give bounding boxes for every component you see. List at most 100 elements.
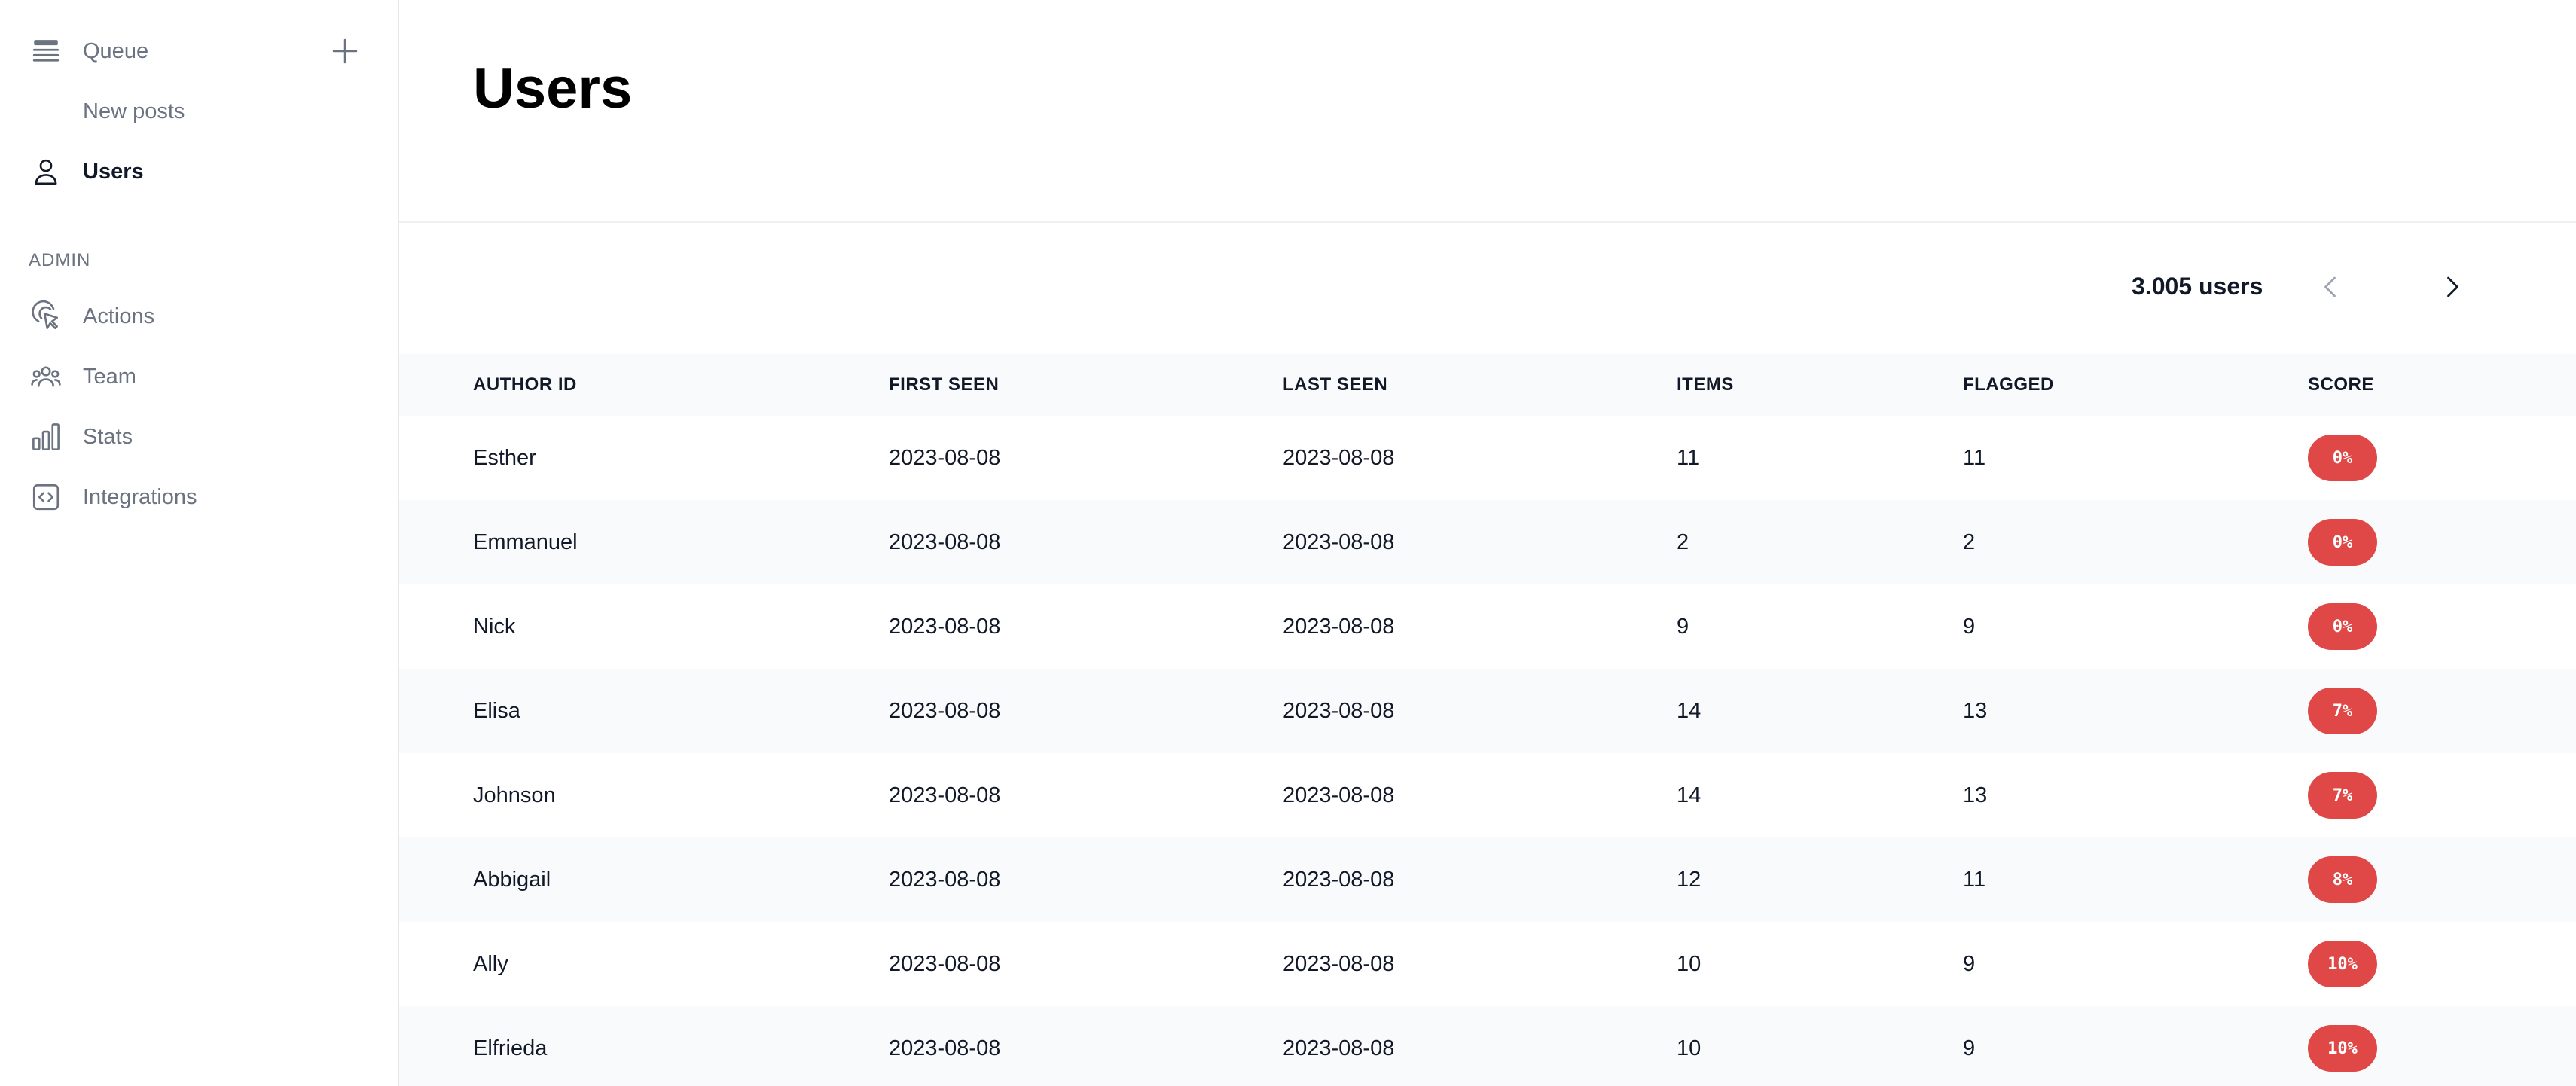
score-badge: 0% — [2308, 435, 2377, 481]
score-cell: 8% — [2308, 837, 2377, 922]
sidebar-item-label: Stats — [83, 424, 133, 449]
author-id-cell: Johnson — [473, 782, 556, 807]
table-row[interactable]: Johnson 2023-08-08 2023-08-08 14 13 7% — [399, 753, 2576, 837]
first-seen-cell: 2023-08-08 — [889, 445, 1001, 470]
add-queue-button[interactable] — [327, 33, 363, 69]
author-id-cell: Nick — [473, 614, 516, 639]
items-cell: 14 — [1677, 782, 1702, 807]
table-header: AUTHOR ID FIRST SEEN LAST SEEN ITEMS FLA… — [399, 354, 2576, 416]
table-row[interactable]: Ally 2023-08-08 2023-08-08 10 9 10% — [399, 922, 2576, 1006]
main-content: Users 3.005 users AUTHOR ID FIRST SEEN L… — [399, 0, 2576, 1086]
author-id-cell: Elfrieda — [473, 1036, 548, 1060]
next-page-button[interactable] — [2433, 268, 2471, 306]
flagged-cell: 13 — [1963, 698, 1988, 723]
first-seen-cell: 2023-08-08 — [889, 951, 1001, 976]
sidebar-item-label: Queue — [83, 38, 149, 63]
items-cell: 10 — [1677, 951, 1702, 976]
last-seen-cell: 2023-08-08 — [1283, 951, 1395, 976]
score-cell: 10% — [2308, 922, 2377, 1006]
first-seen-cell: 2023-08-08 — [889, 698, 1001, 723]
last-seen-cell: 2023-08-08 — [1283, 1036, 1395, 1060]
table-row[interactable]: Emmanuel 2023-08-08 2023-08-08 2 2 0% — [399, 500, 2576, 584]
last-seen-cell: 2023-08-08 — [1283, 698, 1395, 723]
sidebar-item-label: Users — [83, 159, 144, 184]
score-badge: 0% — [2308, 519, 2377, 566]
chevron-left-icon — [2318, 273, 2345, 300]
column-header-last-seen[interactable]: LAST SEEN — [1283, 354, 1387, 416]
header-divider — [399, 221, 2576, 223]
author-id-cell: Ally — [473, 951, 508, 976]
author-id-cell: Esther — [473, 445, 536, 470]
score-badge: 0% — [2308, 603, 2377, 650]
column-header-first-seen[interactable]: FIRST SEEN — [889, 354, 999, 416]
sidebar-item-integrations[interactable]: Integrations — [29, 474, 197, 520]
items-cell: 14 — [1677, 698, 1702, 723]
score-badge: 7% — [2308, 688, 2377, 734]
sidebar-item-stats[interactable]: Stats — [29, 414, 133, 459]
last-seen-cell: 2023-08-08 — [1283, 614, 1395, 639]
first-seen-cell: 2023-08-08 — [889, 614, 1001, 639]
cursor-click-icon — [29, 299, 63, 334]
sidebar-item-actions[interactable]: Actions — [29, 294, 154, 339]
column-header-flagged[interactable]: FLAGGED — [1963, 354, 2054, 416]
author-id-cell: Emmanuel — [473, 529, 578, 554]
items-cell: 2 — [1677, 529, 1689, 554]
column-header-items[interactable]: ITEMS — [1677, 354, 1734, 416]
score-badge: 7% — [2308, 772, 2377, 819]
flagged-cell: 11 — [1963, 445, 1986, 470]
table-row[interactable]: Abbigail 2023-08-08 2023-08-08 12 11 8% — [399, 837, 2576, 922]
chevron-right-icon — [2438, 273, 2465, 300]
flagged-cell: 2 — [1963, 529, 1976, 554]
sidebar: Queue New posts Users ADMIN Actions Team… — [0, 0, 399, 1086]
column-header-author-id[interactable]: AUTHOR ID — [473, 354, 577, 416]
sidebar-item-team[interactable]: Team — [29, 354, 136, 399]
score-badge: 8% — [2308, 856, 2377, 903]
queue-list-icon — [29, 34, 63, 69]
score-cell: 7% — [2308, 669, 2377, 753]
user-count: 3.005 users — [2132, 273, 2263, 300]
items-cell: 10 — [1677, 1036, 1702, 1060]
admin-section-label: ADMIN — [29, 250, 91, 270]
table-row[interactable]: Elfrieda 2023-08-08 2023-08-08 10 9 10% — [399, 1006, 2576, 1086]
score-badge: 10% — [2308, 1025, 2377, 1072]
items-cell: 11 — [1677, 445, 1700, 470]
last-seen-cell: 2023-08-08 — [1283, 445, 1395, 470]
items-cell: 12 — [1677, 867, 1702, 892]
score-cell: 0% — [2308, 500, 2377, 584]
items-cell: 9 — [1677, 614, 1689, 639]
table-row[interactable]: Elisa 2023-08-08 2023-08-08 14 13 7% — [399, 669, 2576, 753]
table-row[interactable]: Esther 2023-08-08 2023-08-08 11 11 0% — [399, 416, 2576, 500]
sidebar-item-label: Actions — [83, 304, 155, 328]
flagged-cell: 13 — [1963, 782, 1988, 807]
sidebar-item-label: Team — [83, 364, 136, 389]
first-seen-cell: 2023-08-08 — [889, 867, 1001, 892]
app-window: Queue New posts Users ADMIN Actions Team… — [0, 0, 2576, 1086]
user-icon — [29, 154, 63, 189]
score-badge: 10% — [2308, 941, 2377, 987]
last-seen-cell: 2023-08-08 — [1283, 782, 1395, 807]
plus-icon — [330, 36, 360, 66]
last-seen-cell: 2023-08-08 — [1283, 529, 1395, 554]
flagged-cell: 9 — [1963, 1036, 1976, 1060]
sidebar-item-users[interactable]: Users — [29, 149, 144, 194]
table-row[interactable]: Nick 2023-08-08 2023-08-08 9 9 0% — [399, 584, 2576, 669]
author-id-cell: Elisa — [473, 698, 520, 723]
flagged-cell: 9 — [1963, 951, 1976, 976]
previous-page-button[interactable] — [2312, 268, 2350, 306]
first-seen-cell: 2023-08-08 — [889, 529, 1001, 554]
bar-chart-icon — [29, 419, 63, 454]
sidebar-item-new-posts[interactable]: New posts — [83, 89, 185, 134]
sidebar-item-queue[interactable]: Queue — [29, 29, 148, 74]
sidebar-item-label: Integrations — [83, 484, 197, 509]
author-id-cell: Abbigail — [473, 867, 551, 892]
column-header-score[interactable]: SCORE — [2308, 354, 2374, 416]
first-seen-cell: 2023-08-08 — [889, 782, 1001, 807]
score-cell: 0% — [2308, 416, 2377, 500]
score-cell: 0% — [2308, 584, 2377, 669]
team-icon — [29, 359, 63, 394]
first-seen-cell: 2023-08-08 — [889, 1036, 1001, 1060]
flagged-cell: 9 — [1963, 614, 1976, 639]
score-cell: 10% — [2308, 1006, 2377, 1086]
flagged-cell: 11 — [1963, 867, 1986, 892]
sidebar-item-label: New posts — [83, 99, 185, 124]
